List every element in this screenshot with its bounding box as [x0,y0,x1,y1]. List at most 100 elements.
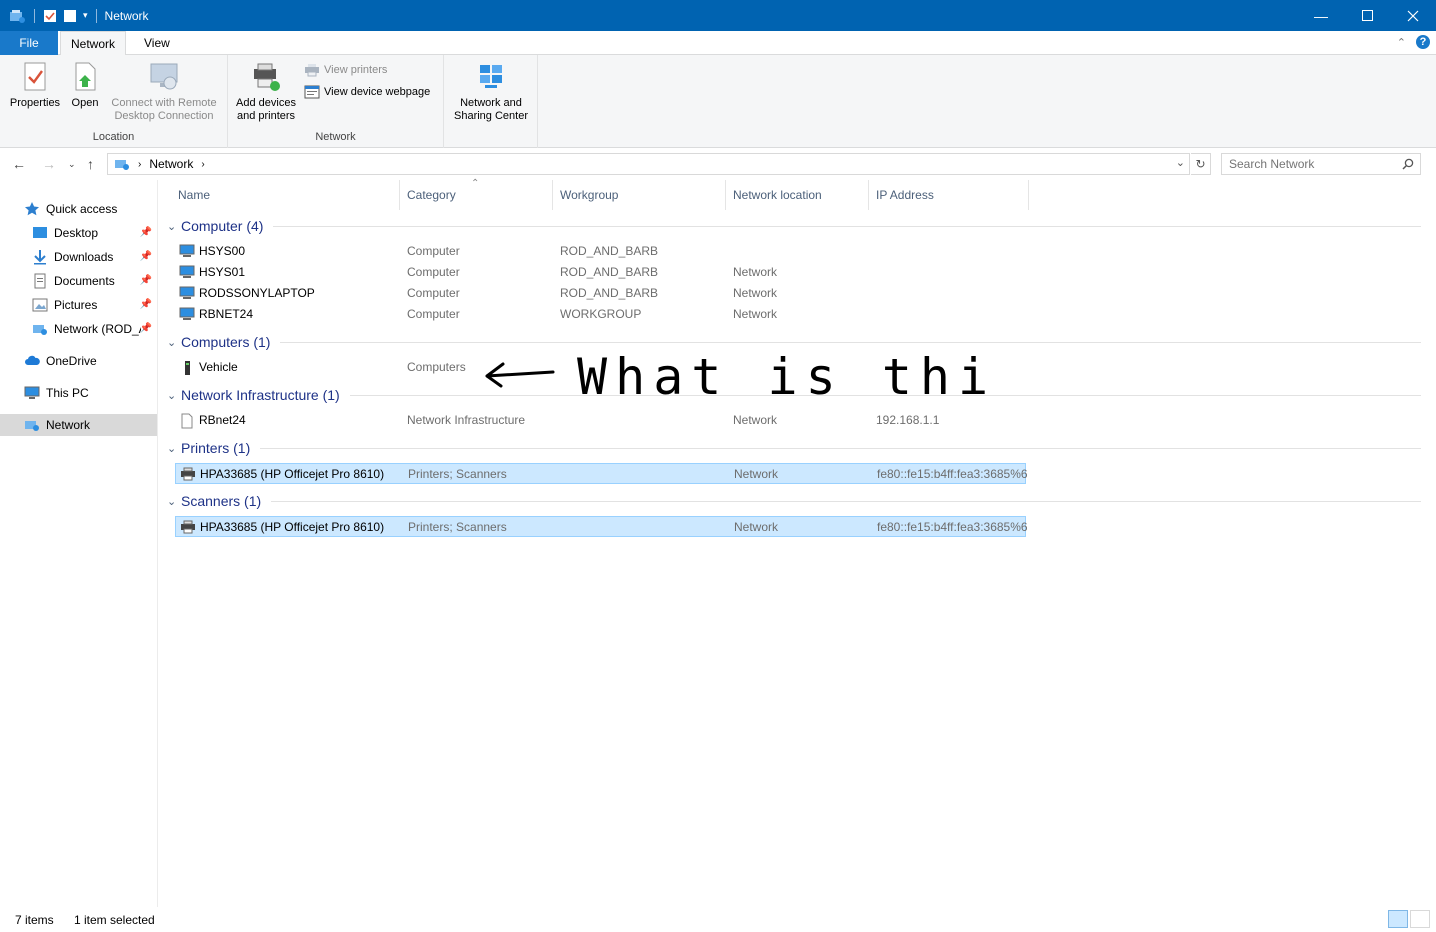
table-row[interactable]: HPA33685 (HP Officejet Pro 8610) Printer… [175,463,1028,484]
cell-category: Computer [407,286,460,300]
cell-category: Computer [407,265,460,279]
new-folder-icon[interactable] [63,9,77,23]
collapse-chevron-icon[interactable]: ⌄ [167,389,181,402]
collapse-chevron-icon[interactable]: ⌄ [167,220,181,233]
column-header-network-location[interactable]: Network location [726,180,869,210]
group-header-scanners[interactable]: ⌄ Scanners (1) [167,490,1421,512]
network-folder-icon [33,325,47,335]
search-icon[interactable] [1402,158,1414,170]
properties-button[interactable]: Properties [6,61,64,110]
printer-icon [305,64,319,77]
view-device-webpage-button[interactable]: View device webpage [304,85,430,99]
table-row[interactable]: RBNET24 Computer WORKGROUP Network [175,304,1026,325]
group-label: Computers (1) [181,334,271,350]
navigation-pane: Quick access Desktop 📌 Downloads 📌 Docum… [0,180,158,907]
column-header-workgroup[interactable]: Workgroup [553,180,726,210]
nav-network[interactable]: Network [0,414,157,436]
address-dropdown-icon[interactable]: ⌄ [1176,156,1185,169]
tab-view[interactable]: View [134,31,180,55]
tab-file[interactable]: File [0,31,58,55]
nav-network-rod-and-barb[interactable]: Network (ROD_AND_BARB) 📌 [32,318,156,340]
network-sharing-center-button[interactable]: Network and Sharing Center [448,61,534,123]
cell-category: Printers; Scanners [408,467,507,481]
nav-pictures[interactable]: Pictures 📌 [32,294,156,316]
properties-icon[interactable] [43,9,57,23]
group-header-printers[interactable]: ⌄ Printers (1) [167,437,1421,459]
pin-icon[interactable]: 📌 [140,251,152,262]
cell-category: Computers [407,360,466,374]
column-header-name[interactable]: Name [171,180,400,210]
details-view-button[interactable] [1388,910,1408,928]
collapse-chevron-icon[interactable]: ⌄ [167,442,181,455]
star-icon [25,202,39,216]
tab-network[interactable]: Network [60,31,127,56]
breadcrumb-separator[interactable]: › [201,159,204,170]
cell-name: HSYS01 [199,265,246,279]
recent-locations-chevron-icon[interactable]: ⌄ [68,159,76,170]
breadcrumb-network[interactable]: Network [149,157,193,171]
add-devices-button[interactable]: Add devices and printers [232,61,300,123]
close-button[interactable] [1390,0,1436,31]
breadcrumb-separator[interactable]: › [138,159,141,170]
nav-downloads[interactable]: Downloads 📌 [32,246,156,268]
table-row[interactable]: HPA33685 (HP Officejet Pro 8610) Printer… [175,516,1028,537]
ribbon-group-location: Properties Open Connect with Remote Desk… [0,55,228,148]
table-row[interactable]: RODSSONYLAPTOP Computer ROD_AND_BARB Net… [175,283,1026,304]
address-bar[interactable]: › Network › ⌄ [107,153,1190,175]
title-bar: ▾ Network — [0,0,1436,31]
pin-icon[interactable]: 📌 [140,323,152,334]
table-row[interactable]: HSYS01 Computer ROD_AND_BARB Network [175,262,1026,283]
back-arrow-icon[interactable]: ← [12,156,26,172]
minimize-button[interactable]: — [1298,0,1344,31]
table-row[interactable]: HSYS00 Computer ROD_AND_BARB [175,241,1026,262]
add-devices-label-line1: Add devices [236,97,296,109]
sharing-label-line2: Sharing Center [454,110,528,122]
column-header-ip-address[interactable]: IP Address [869,180,1029,210]
annotation-text: What is this? [577,348,985,406]
documents-icon [34,273,46,289]
cell-ip: fe80::fe15:b4ff:fea3:3685%6 [877,520,1028,534]
pin-icon[interactable]: 📌 [140,275,152,286]
collapse-ribbon-chevron-icon[interactable]: ⌃ [1397,36,1406,49]
sort-ascending-icon: ⌃ [471,178,480,189]
group-header-computer[interactable]: ⌄ Computer (4) [167,215,1421,237]
open-button[interactable]: Open [66,61,104,110]
ribbon-group-sharing: Network and Sharing Center [444,55,538,148]
nav-quick-access[interactable]: Quick access [24,198,156,220]
up-arrow-icon[interactable]: ↑ [87,156,94,172]
large-icons-view-button[interactable] [1410,910,1430,928]
customize-chevron-icon[interactable]: ▾ [83,10,88,21]
pin-icon[interactable]: 📌 [140,299,152,310]
cell-location: Network [733,265,778,279]
cell-category: Printers; Scanners [408,520,507,534]
nav-documents[interactable]: Documents 📌 [32,270,156,292]
nav-this-pc[interactable]: This PC [24,382,156,404]
network-folder-icon [115,160,129,170]
help-icon[interactable]: ? [1416,35,1430,49]
maximize-button[interactable] [1344,0,1390,31]
nav-label: This PC [46,386,89,400]
computer-icon [179,244,195,257]
nav-onedrive[interactable]: OneDrive [24,350,156,372]
remote-desktop-button[interactable]: Connect with Remote Desktop Connection [106,61,222,123]
file-list: Name Category ⌃ Workgroup Network locati… [159,178,1429,907]
collapse-chevron-icon[interactable]: ⌄ [167,495,181,508]
forward-arrow-icon[interactable]: → [42,156,56,172]
network-sharing-icon [480,65,502,88]
computer-icon [179,265,195,278]
refresh-button[interactable]: ↻ [1191,153,1211,175]
collapse-chevron-icon[interactable]: ⌄ [167,336,181,349]
pin-icon[interactable]: 📌 [140,227,152,238]
ribbon: Properties Open Connect with Remote Desk… [0,55,1436,148]
cell-location: Network [734,520,779,534]
window-title: Network [104,8,149,23]
nav-desktop[interactable]: Desktop 📌 [32,222,156,244]
search-input[interactable] [1221,153,1421,175]
cell-name: RBNET24 [199,307,254,321]
sharing-label-line1: Network and [460,97,522,109]
view-printers-button[interactable]: View printers [304,63,387,77]
nav-label: Network [46,418,91,432]
add-devices-icon [254,63,280,91]
cloud-icon [25,355,40,365]
computer-icon [179,286,195,299]
